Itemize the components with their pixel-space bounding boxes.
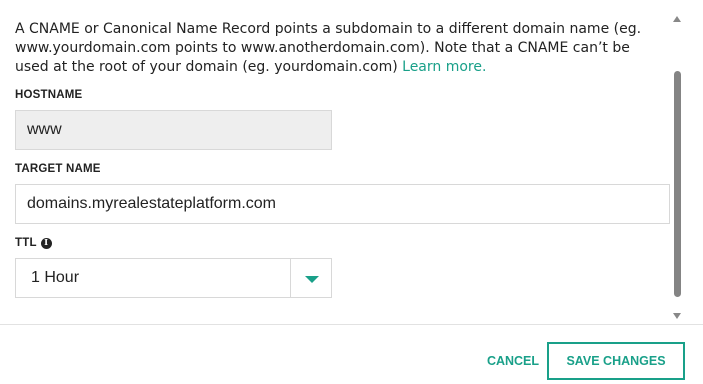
caret-down-icon[interactable] <box>305 276 319 283</box>
hostname-label: HOSTNAME <box>15 89 83 101</box>
footer-divider <box>0 324 703 325</box>
edit-cname-record-dialog: A CNAME or Canonical Name Record points … <box>0 0 703 384</box>
scroll-up-arrow-icon[interactable] <box>673 16 681 22</box>
cname-description-text: A CNAME or Canonical Name Record points … <box>15 21 642 75</box>
ttl-selected-value: 1 Hour <box>31 269 80 286</box>
scrollbar-thumb[interactable] <box>674 71 681 297</box>
ttl-label: TTL <box>15 237 37 249</box>
info-icon[interactable]: i <box>40 237 52 249</box>
hostname-field[interactable]: www <box>15 110 332 150</box>
cname-description: A CNAME or Canonical Name Record points … <box>15 20 665 77</box>
cancel-button[interactable]: CANCEL <box>480 343 546 379</box>
ttl-select-divider <box>290 259 291 297</box>
dialog-content: A CNAME or Canonical Name Record points … <box>0 0 672 324</box>
target-name-field[interactable]: domains.myrealestateplatform.com <box>15 184 670 224</box>
ttl-label-row: TTL i <box>15 237 52 249</box>
scroll-down-arrow-icon[interactable] <box>673 313 681 319</box>
save-changes-button[interactable]: SAVE CHANGES <box>547 342 685 380</box>
ttl-select[interactable]: 1 Hour <box>15 258 332 298</box>
target-name-label: TARGET NAME <box>15 163 101 175</box>
learn-more-link[interactable]: Learn more. <box>402 59 486 75</box>
